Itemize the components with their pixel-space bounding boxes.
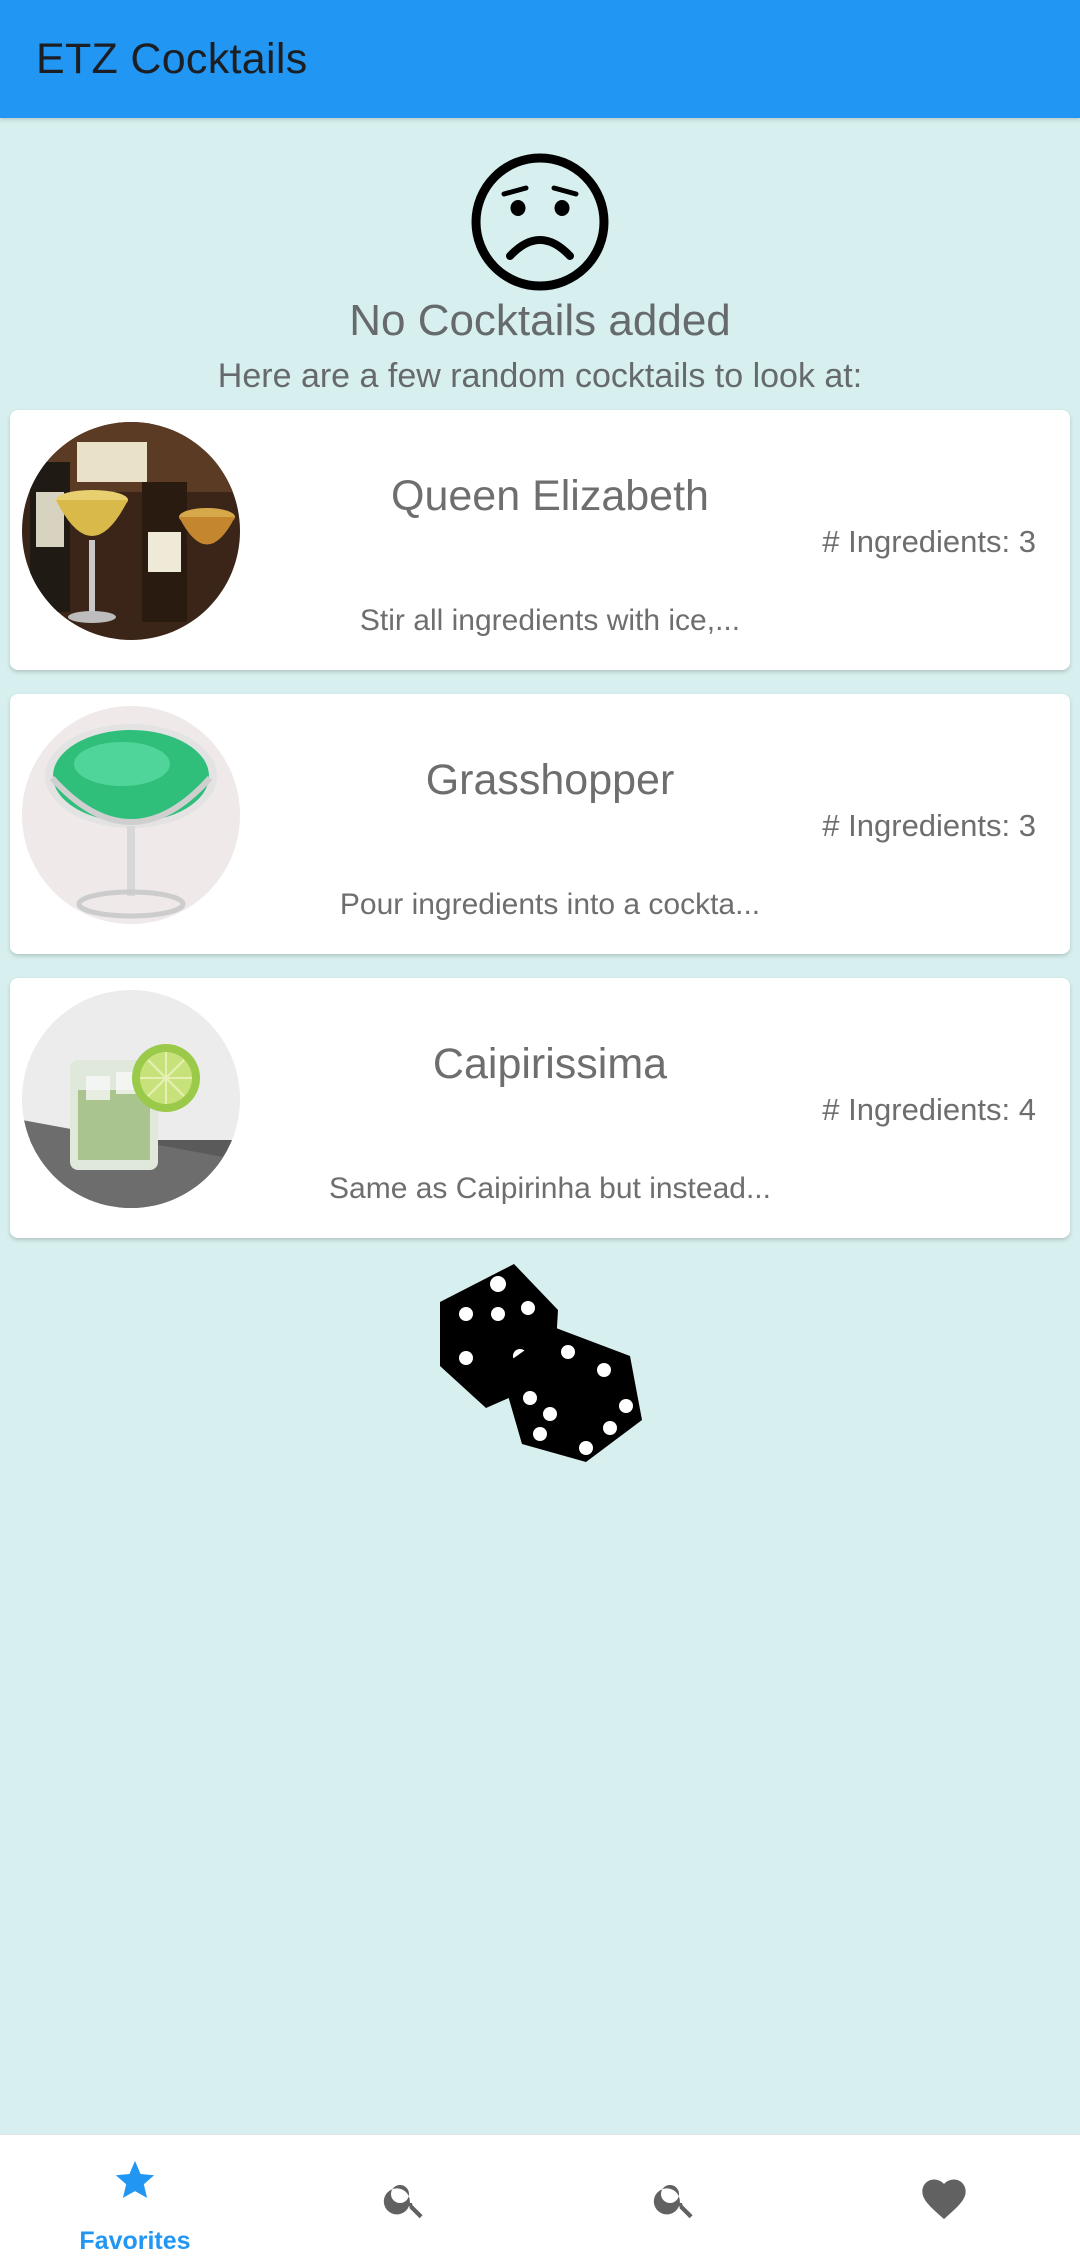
cocktail-name: Queen Elizabeth <box>391 472 709 520</box>
cocktail-card[interactable]: Queen Elizabeth # Ingredients: 3 Stir al… <box>10 410 1070 670</box>
nav-item-favorites[interactable]: Favorites <box>0 2135 270 2257</box>
search-icon <box>653 2185 693 2219</box>
ingredient-count: # Ingredients: 4 <box>822 1092 1036 1127</box>
app-title: ETZ Cocktails <box>36 34 308 83</box>
cocktail-description: Same as Caipirinha but instead... <box>329 1172 771 1205</box>
ingredient-count: # Ingredients: 3 <box>822 524 1036 559</box>
cocktail-description: Stir all ingredients with ice,... <box>359 604 741 637</box>
nav-item-search-2[interactable] <box>540 2135 810 2257</box>
cocktail-name: Caipirissima <box>432 1040 668 1088</box>
app-bar: ETZ Cocktails <box>0 0 1080 118</box>
star-icon <box>115 2160 155 2198</box>
nav-label-favorites: Favorites <box>79 2227 191 2255</box>
cocktail-thumbnail <box>22 990 240 1208</box>
nav-item-liked[interactable] <box>810 2135 1080 2257</box>
ingredient-count: # Ingredients: 3 <box>822 808 1036 843</box>
cocktail-card[interactable]: Caipirissima # Ingredients: 4 Same as Ca… <box>10 978 1070 1238</box>
empty-state-subtitle: Here are a few random cocktails to look … <box>217 357 863 395</box>
nav-item-search[interactable] <box>270 2135 540 2257</box>
empty-state-title: No Cocktails added <box>349 296 731 345</box>
cocktail-description: Pour ingredients into a cockta... <box>339 888 761 921</box>
bottom-navigation: Favorites <box>0 2134 1080 2257</box>
search-icon <box>383 2185 423 2219</box>
cocktail-card[interactable]: Grasshopper # Ingredients: 3 Pour ingred… <box>10 694 1070 954</box>
dice-icon[interactable] <box>436 1248 646 1470</box>
sad-face-icon <box>471 153 609 291</box>
cocktail-name: Grasshopper <box>425 756 675 804</box>
cocktail-thumbnail <box>22 422 240 640</box>
cocktail-thumbnail <box>22 706 240 924</box>
app-root: ETZ Cocktails No Cocktails added Here ar… <box>0 0 1080 2257</box>
heart-icon <box>922 2179 966 2220</box>
